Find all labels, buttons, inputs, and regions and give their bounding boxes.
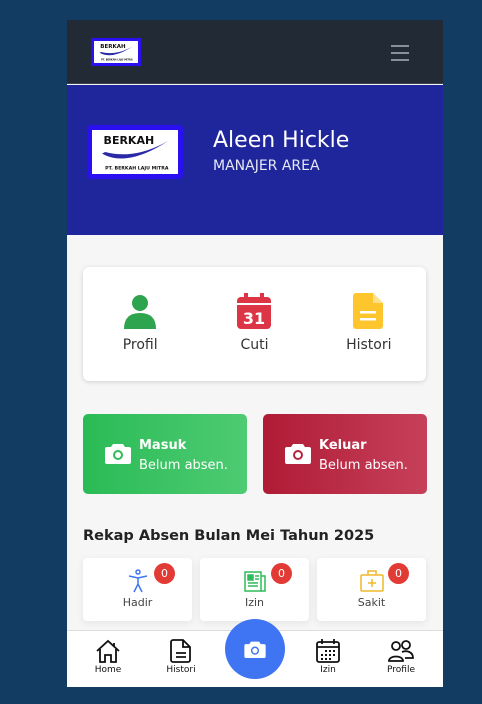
calendar-icon (316, 639, 340, 663)
document-icon (170, 639, 191, 663)
count-badge: 0 (388, 563, 409, 584)
accessibility-icon (128, 569, 147, 593)
menu-profil[interactable]: Profil (100, 293, 180, 381)
menu-label: Histori (346, 337, 392, 353)
company-logo[interactable]: BERKAH PT. BERKAH LAJU MITRA (91, 38, 141, 66)
nav-label: Histori (166, 665, 196, 675)
profile-header: BERKAH PT. BERKAH LAJU MITRA Aleen Hickle… (67, 85, 443, 235)
check-in-button[interactable]: Masuk Belum absen. (83, 414, 247, 494)
nav-home[interactable]: Home (78, 639, 138, 675)
camera-icon (244, 641, 266, 658)
svg-text:BERKAH: BERKAH (100, 44, 126, 50)
recap-izin[interactable]: Izin 0 (200, 558, 309, 621)
quick-menu-card: Profil 31 Cuti Histori (83, 267, 426, 381)
menu-label: Cuti (240, 337, 269, 353)
hamburger-menu-icon[interactable] (391, 45, 409, 66)
recap-label: Sakit (357, 596, 386, 609)
nav-label: Home (94, 665, 122, 675)
document-icon (352, 293, 383, 329)
users-icon (388, 640, 414, 662)
recap-label: Hadir (122, 596, 153, 609)
nav-izin[interactable]: Izin (298, 639, 358, 675)
nav-histori[interactable]: Histori (151, 639, 211, 675)
svg-text:31: 31 (243, 309, 265, 328)
check-in-status: Belum absen. (139, 458, 228, 473)
check-out-button[interactable]: Keluar Belum absen. (263, 414, 427, 494)
nav-label: Profile (387, 665, 415, 675)
person-icon (124, 295, 157, 329)
recap-sakit[interactable]: Sakit 0 (317, 558, 426, 621)
app-screen: BERKAH PT. BERKAH LAJU MITRA BERKAH PT. BE… (67, 20, 443, 687)
check-out-title: Keluar (319, 438, 367, 453)
check-in-title: Masuk (139, 438, 187, 453)
calendar-icon: 31 (237, 293, 272, 329)
camera-icon (105, 444, 131, 464)
nav-label: Izin (320, 665, 336, 675)
first-aid-kit-icon (359, 570, 384, 592)
camera-fab-button[interactable] (225, 619, 285, 679)
recap-title: Rekap Absen Bulan Mei Tahun 2025 (83, 528, 375, 544)
camera-icon (285, 444, 311, 464)
navbar: BERKAH PT. BERKAH LAJU MITRA (67, 20, 443, 84)
home-icon (96, 639, 120, 663)
check-out-status: Belum absen. (319, 458, 408, 473)
newspaper-icon (243, 571, 266, 592)
svg-text:PT. BERKAH LAJU MITRA: PT. BERKAH LAJU MITRA (105, 165, 169, 171)
company-logo-large: BERKAH PT. BERKAH LAJU MITRA (87, 125, 183, 179)
recap-hadir[interactable]: Hadir 0 (83, 558, 192, 621)
count-badge: 0 (154, 563, 175, 584)
recap-label: Izin (244, 596, 265, 609)
menu-histori[interactable]: Histori (329, 293, 409, 381)
user-role: MANAJER AREA (213, 158, 320, 174)
user-name: Aleen Hickle (213, 128, 350, 153)
menu-label: Profil (122, 337, 158, 353)
svg-text:BERKAH: BERKAH (104, 134, 155, 147)
menu-cuti[interactable]: 31 Cuti (214, 293, 294, 381)
nav-profile[interactable]: Profile (371, 639, 431, 675)
svg-text:PT. BERKAH LAJU MITRA: PT. BERKAH LAJU MITRA (101, 59, 133, 62)
count-badge: 0 (271, 563, 292, 584)
